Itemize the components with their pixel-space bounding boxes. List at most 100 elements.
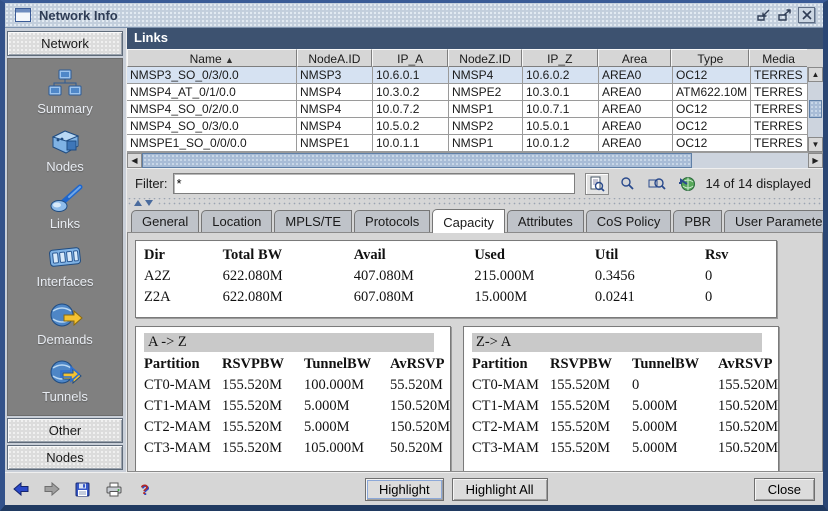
- scroll-right-icon[interactable]: ▶: [808, 153, 823, 168]
- sidebar-item-nodes[interactable]: Nodes: [8, 127, 122, 185]
- save-button[interactable]: [75, 481, 92, 497]
- val-rsvpbw: 155.520M: [550, 438, 632, 459]
- sidebar-item-links[interactable]: Links: [8, 184, 122, 242]
- tab[interactable]: PBR: [673, 210, 722, 232]
- cell-nodez-id: NMSP2: [449, 118, 523, 135]
- table-row[interactable]: NMSP4_SO_0/2/0.0 NMSP4 10.0.7.2 NMSP1 10…: [127, 101, 823, 118]
- show-on-map-button[interactable]: [675, 173, 699, 195]
- val-util: 0.0241: [595, 287, 705, 308]
- cell-type: OC12: [673, 101, 751, 118]
- scroll-down-icon[interactable]: ▼: [808, 137, 823, 152]
- val-tunnelbw: 5.000M: [632, 438, 718, 459]
- column-header-ip-a[interactable]: IP_A: [372, 49, 448, 67]
- sidebar-item-tunnels[interactable]: Tunnels: [8, 357, 122, 415]
- scroll-up-icon[interactable]: ▲: [808, 67, 823, 82]
- help-button[interactable]: ?: [136, 481, 153, 497]
- column-header-ip-z[interactable]: IP_Z: [522, 49, 598, 67]
- header-corner: [807, 49, 823, 67]
- cell-nodea-id: NMSP4: [297, 118, 373, 135]
- cell-type: OC12: [673, 67, 751, 84]
- val-avail: 607.080M: [354, 287, 475, 308]
- val-total-bw: 622.080M: [223, 287, 354, 308]
- tab[interactable]: MPLS/TE: [274, 210, 352, 232]
- column-header-type[interactable]: Type: [671, 49, 749, 67]
- back-button[interactable]: [13, 481, 30, 497]
- sidebar-item-demands[interactable]: Demands: [8, 300, 122, 358]
- val-avrsvp: 150.520M: [718, 396, 772, 417]
- close-action-button[interactable]: Close: [754, 478, 815, 501]
- tab[interactable]: Location: [201, 210, 272, 232]
- val-dir: Z2A: [144, 287, 223, 308]
- col-tunnelbw: TunnelBW: [304, 354, 390, 375]
- tab[interactable]: User Parameters: [724, 210, 828, 232]
- tab[interactable]: Capacity: [432, 209, 505, 233]
- collapse-down-icon[interactable]: [145, 200, 153, 206]
- horizontal-scrollbar[interactable]: ◀ ▶: [127, 152, 823, 168]
- zoom-area-button[interactable]: [645, 173, 669, 195]
- scroll-left-icon[interactable]: ◀: [127, 153, 142, 168]
- tab[interactable]: General: [131, 210, 199, 232]
- iconify-button[interactable]: [754, 7, 771, 23]
- horizontal-scroll-track[interactable]: [692, 153, 808, 168]
- z2a-panel-title: Z-> A: [472, 333, 762, 352]
- val-avrsvp: 50.520M: [390, 438, 444, 459]
- horizontal-scroll-thumb[interactable]: [142, 153, 692, 168]
- cell-ip-a: 10.0.1.1: [373, 135, 449, 152]
- links-icon: [47, 184, 83, 214]
- col-partition: Partition: [144, 354, 222, 375]
- column-header-media[interactable]: Media: [749, 49, 807, 67]
- cell-type: OC12: [673, 118, 751, 135]
- table-row[interactable]: NMSPE1_SO_0/0/0.0 NMSPE1 10.0.1.1 NMSP1 …: [127, 135, 823, 152]
- network-button[interactable]: Network: [7, 31, 123, 56]
- tab[interactable]: CoS Policy: [586, 210, 672, 232]
- cell-media: TERRES: [751, 101, 809, 118]
- vertical-scroll-thumb[interactable]: [809, 100, 822, 119]
- links-panel-title: Links: [127, 28, 823, 49]
- table-row[interactable]: NMSP3_SO_0/3/0.0 NMSP3 10.6.0.1 NMSP4 10…: [127, 67, 823, 84]
- capacity-summary-panel: Dir Total BW Avail Used Util Rsv: [135, 240, 777, 318]
- val-tunnelbw: 5.000M: [304, 396, 390, 417]
- other-button[interactable]: Other: [7, 418, 123, 443]
- col-rsvpbw: RSVPBW: [550, 354, 632, 375]
- column-header-nodez-id[interactable]: NodeZ.ID: [448, 49, 522, 67]
- maximize-button[interactable]: [776, 7, 793, 23]
- z2a-row: CT2-MAM 155.520M 5.000M 150.520M: [472, 417, 772, 438]
- vertical-scrollbar[interactable]: ▲ ▼: [807, 67, 823, 152]
- val-partition: CT1-MAM: [472, 396, 550, 417]
- table-row[interactable]: NMSP4_AT_0/1/0.0 NMSP4 10.3.0.2 NMSPE2 1…: [127, 84, 823, 101]
- zoom-in-button[interactable]: [615, 173, 639, 195]
- sidebar-item-label: Summary: [37, 101, 93, 116]
- column-header-name[interactable]: Name ▲: [127, 49, 297, 67]
- title-bar[interactable]: Network Info: [5, 3, 823, 28]
- sidebar-item-interfaces[interactable]: Interfaces: [8, 242, 122, 300]
- highlight-button[interactable]: Highlight: [365, 478, 444, 501]
- val-partition: CT3-MAM: [472, 438, 550, 459]
- expand-up-icon[interactable]: [134, 200, 142, 206]
- cell-name: NMSP4_SO_0/2/0.0: [127, 101, 297, 118]
- close-button[interactable]: [798, 7, 815, 23]
- val-rsv: 0: [705, 287, 768, 308]
- forward-arrow-icon: [44, 482, 60, 496]
- sidebar-item-summary[interactable]: Summary: [8, 69, 122, 127]
- capacity-summary-row: A2Z 622.080M 407.080M 215.000M 0.3456 0: [144, 266, 768, 287]
- vertical-scroll-track[interactable]: [808, 82, 823, 137]
- column-header-nodea-id[interactable]: NodeA.ID: [297, 49, 373, 67]
- print-button[interactable]: [105, 481, 122, 497]
- forward-button[interactable]: [44, 481, 61, 497]
- search-report-button[interactable]: [585, 173, 609, 195]
- val-used: 15.000M: [474, 287, 595, 308]
- column-header-area[interactable]: Area: [598, 49, 672, 67]
- sidebar-icon-panel: Summary Nodes: [7, 58, 123, 416]
- tab[interactable]: Attributes: [507, 210, 584, 232]
- table-row[interactable]: NMSP4_SO_0/3/0.0 NMSP4 10.5.0.2 NMSP2 10…: [127, 118, 823, 135]
- cell-nodez-id: NMSPE2: [449, 84, 523, 101]
- val-avrsvp: 150.520M: [390, 417, 444, 438]
- filter-input[interactable]: [173, 173, 576, 194]
- highlight-all-button[interactable]: Highlight All: [452, 478, 548, 501]
- nodes-button[interactable]: Nodes: [7, 445, 123, 470]
- printer-icon: [106, 482, 122, 497]
- sidebar-item-label: Nodes: [46, 159, 84, 174]
- tab[interactable]: Protocols: [354, 210, 430, 232]
- cell-nodez-id: NMSP1: [449, 135, 523, 152]
- split-pane-divider[interactable]: [127, 198, 823, 207]
